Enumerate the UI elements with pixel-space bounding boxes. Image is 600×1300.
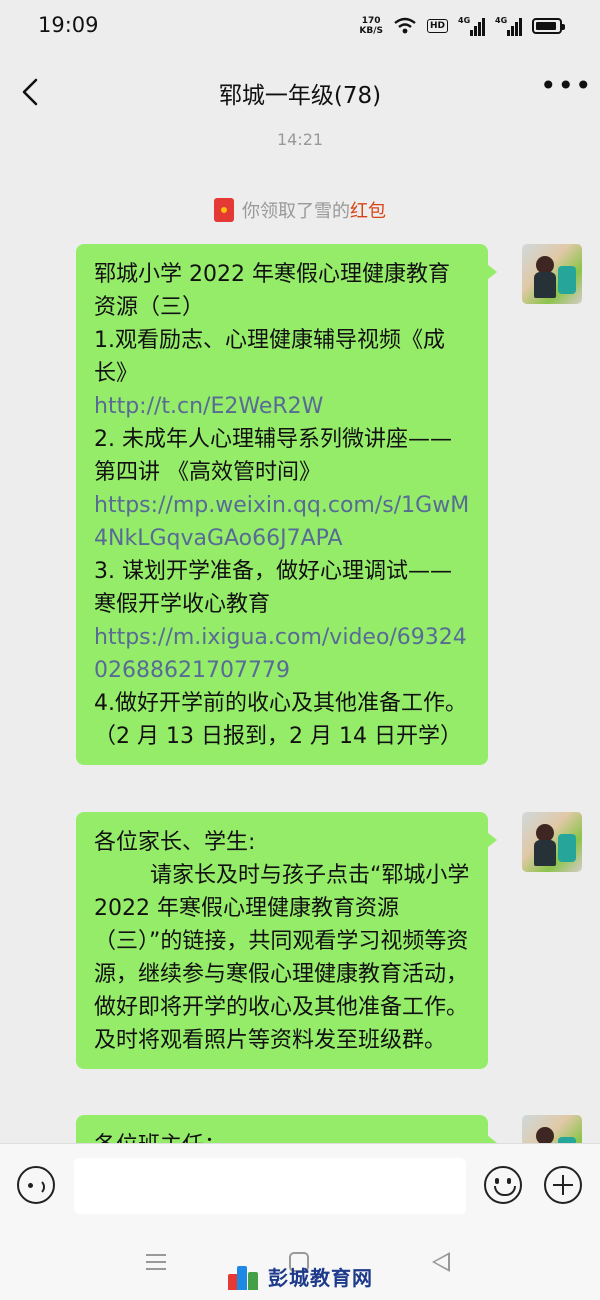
sim1-label: 4G <box>458 16 471 25</box>
system-message-text: 你领取了雪的红包 <box>242 197 386 223</box>
message-line: 3. 谋划开学准备，做好心理调试——寒假开学收心教育 <box>94 559 452 617</box>
message-bubble[interactable]: 郓城小学 2022 年寒假心理健康教育资源（三） 1.观看励志、心理健康辅导视频… <box>76 244 497 765</box>
battery-icon <box>532 18 565 34</box>
signal-icon-sim1: 4G <box>458 16 485 36</box>
message-greeting: 各位家长、学生: <box>94 830 256 855</box>
status-icons: 170 KB/S HD 4G 4G <box>359 12 565 40</box>
signal-icon-sim2: 4G <box>495 16 522 36</box>
red-packet-icon <box>214 198 234 222</box>
status-bar: 19:09 170 KB/S HD 4G 4G <box>0 0 600 52</box>
message-line: 4.做好开学前的收心及其他准备工作。（2 月 13 日报到，2 月 14 日开学… <box>94 691 467 749</box>
message-link[interactable]: https://mp.weixin.qq.com/s/1GwM4NkLGqvaG… <box>94 489 470 555</box>
avatar[interactable] <box>522 1115 582 1143</box>
book-logo-icon <box>228 1264 262 1290</box>
message-item: 郓城小学 2022 年寒假心理健康教育资源（三） 1.观看励志、心理健康辅导视频… <box>0 244 582 804</box>
menu-icon[interactable] <box>146 1254 166 1270</box>
emoji-icon[interactable] <box>484 1166 522 1204</box>
watermark: 彭城教育网 <box>228 1262 373 1291</box>
red-packet-link[interactable]: 红包 <box>350 201 386 222</box>
message-link[interactable]: http://t.cn/E2WeR2W <box>94 390 470 423</box>
system-message-prefix: 你领取了雪的 <box>242 201 350 222</box>
message-item: 各位班主任： <box>0 1115 582 1143</box>
network-speed-unit: KB/S <box>359 26 383 36</box>
message-item: 各位家长、学生: 请家长及时与孩子点击“郓城小学 2022 年寒假心理健康教育资… <box>0 812 582 1102</box>
wifi-icon <box>394 17 416 34</box>
chat-header: 郓城一年级(78) ••• <box>0 52 600 128</box>
clock: 19:09 <box>38 13 99 37</box>
hd-badge: HD <box>426 19 448 33</box>
ellipsis-icon[interactable]: ••• <box>540 72 592 106</box>
sim2-label: 4G <box>495 16 508 25</box>
plus-icon[interactable] <box>544 1166 582 1204</box>
message-line: 郓城小学 2022 年寒假心理健康教育资源（三） <box>94 262 450 320</box>
back-triangle-icon[interactable] <box>432 1252 450 1272</box>
message-link[interactable]: https://m.ixigua.com/video/6932402688621… <box>94 621 470 687</box>
system-message: 你领取了雪的红包 <box>0 197 600 223</box>
message-body: 请家长及时与孩子点击“郓城小学 2022 年寒假心理健康教育资源（三）”的链接，… <box>94 863 470 1053</box>
message-bubble[interactable]: 各位班主任： <box>76 1115 497 1143</box>
message-line: 各位班主任： <box>94 1129 470 1143</box>
message-bubble[interactable]: 各位家长、学生: 请家长及时与孩子点击“郓城小学 2022 年寒假心理健康教育资… <box>76 812 497 1069</box>
message-timestamp: 14:21 <box>276 130 324 149</box>
avatar[interactable] <box>522 244 582 304</box>
network-speed: 170 KB/S <box>359 16 383 36</box>
voice-icon[interactable] <box>17 1166 55 1204</box>
chat-title: 郓城一年级(78) <box>218 83 382 109</box>
watermark-text: 彭城教育网 <box>268 1266 373 1290</box>
message-line: 2. 未成年人心理辅导系列微讲座——第四讲 《高效管时间》 <box>94 427 452 485</box>
message-line: 1.观看励志、心理健康辅导视频《成长》 <box>94 328 445 386</box>
input-bar <box>0 1143 600 1229</box>
message-input[interactable] <box>74 1158 466 1214</box>
avatar[interactable] <box>522 812 582 872</box>
network-speed-value: 170 <box>361 16 381 26</box>
battery-level <box>536 22 556 30</box>
